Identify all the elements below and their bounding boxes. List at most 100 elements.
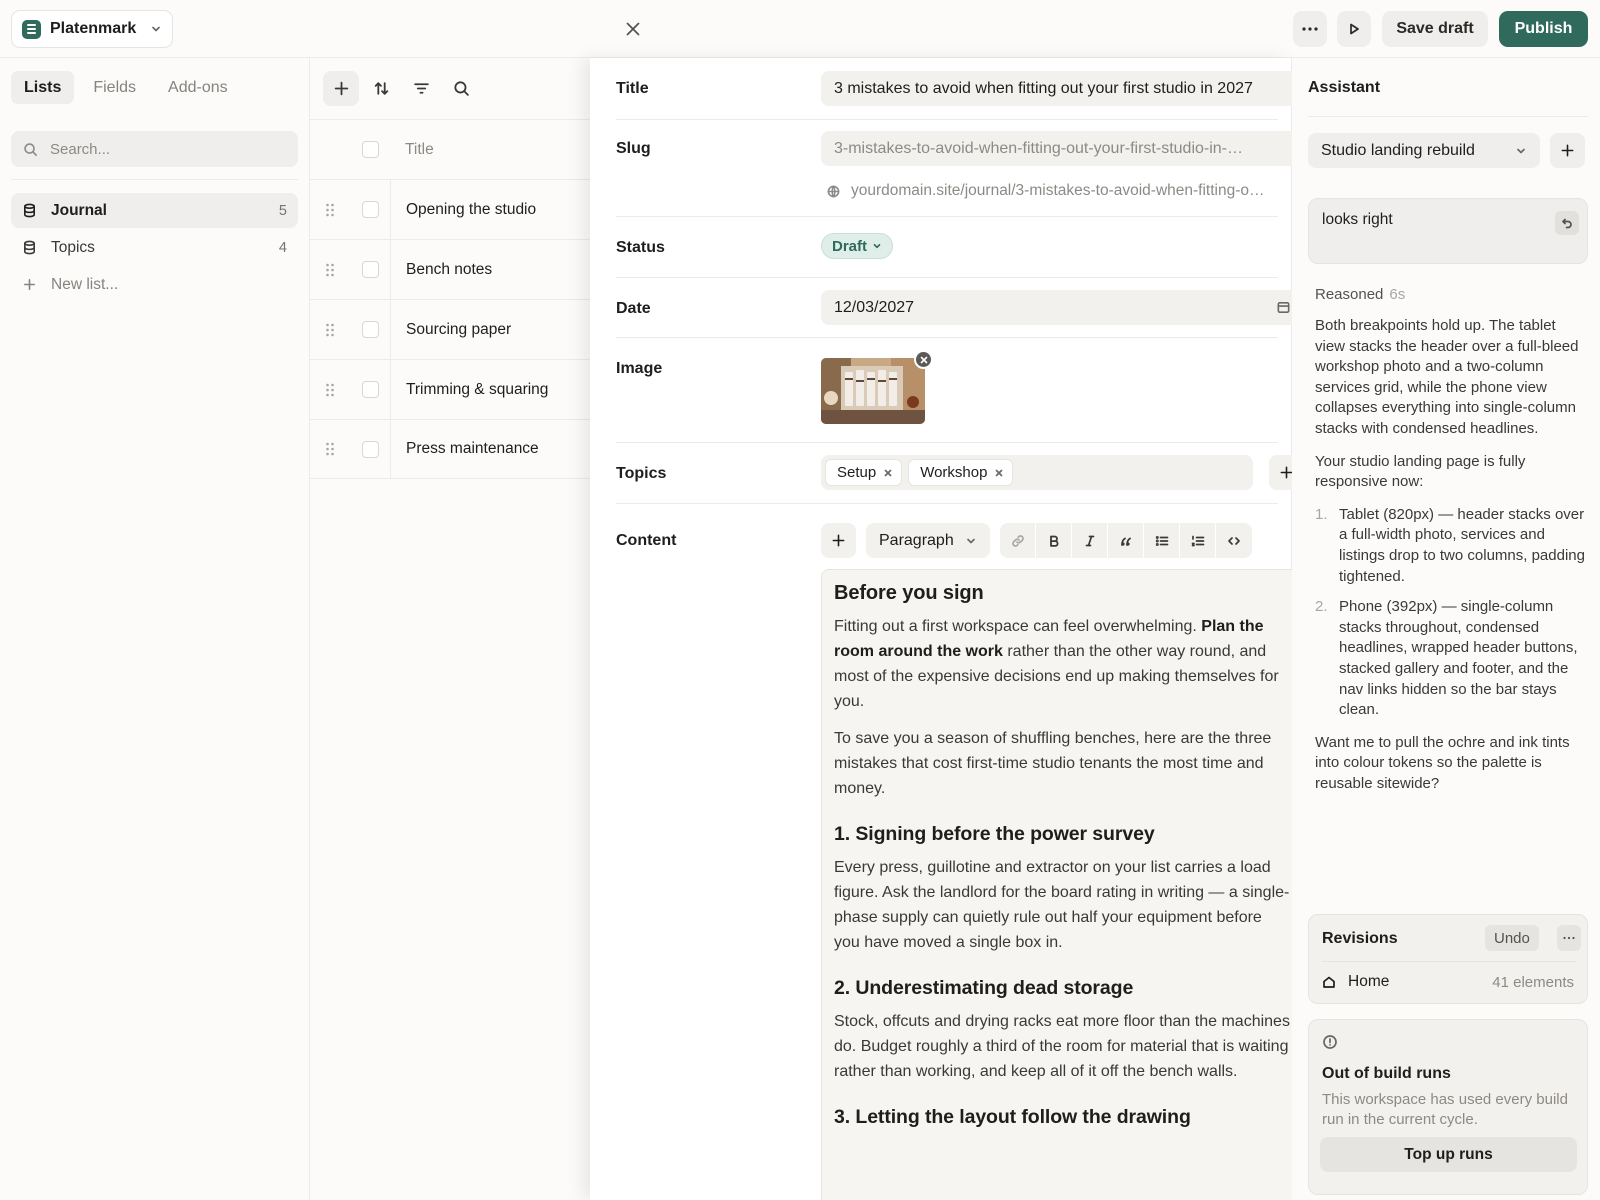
topics-input[interactable]: Setup Workshop — [821, 455, 1253, 490]
drag-handle-icon[interactable] — [310, 382, 350, 398]
table-row[interactable]: Bench notes — [310, 239, 590, 299]
url-text: yourdomain.site/journal/3-mistakes-to-av… — [851, 182, 1265, 199]
calendar-icon[interactable] — [1276, 300, 1291, 315]
title-input[interactable]: 3 mistakes to avoid when fitting out you… — [821, 71, 1304, 106]
content-heading: Before you sign — [834, 582, 984, 604]
slug-input[interactable]: 3-mistakes-to-avoid-when-fitting-out-you… — [821, 131, 1304, 166]
table-row[interactable]: Trimming & squaring — [310, 359, 590, 419]
date-field: Date 12/03/2027 — [616, 278, 1304, 338]
drag-handle-icon[interactable] — [310, 322, 350, 338]
filter-icon — [413, 83, 429, 94]
undo-button[interactable]: Undo — [1485, 925, 1539, 951]
close-icon[interactable] — [995, 469, 1003, 477]
divider — [1322, 961, 1576, 962]
url-preview: yourdomain.site/journal/3-mistakes-to-av… — [821, 182, 1304, 200]
more-options-button[interactable] — [1293, 11, 1327, 47]
tab-lists[interactable]: Lists — [11, 71, 75, 104]
close-icon[interactable] — [884, 469, 892, 477]
status-badge[interactable]: Draft — [821, 233, 894, 259]
field-label: Content — [616, 532, 677, 549]
image-thumbnail[interactable] — [821, 358, 925, 424]
ellipsis-icon — [1302, 27, 1318, 31]
bullet-list-icon — [1155, 535, 1168, 546]
app-logo-icon — [22, 19, 41, 39]
table-row[interactable]: Sourcing paper — [310, 299, 590, 359]
runs-title: Out of build runs — [1322, 1065, 1451, 1082]
bold-button[interactable] — [1036, 523, 1072, 558]
revisions-more-button[interactable] — [1557, 925, 1581, 951]
save-draft-button[interactable]: Save draft — [1382, 11, 1488, 47]
database-icon — [24, 240, 35, 255]
publish-button[interactable]: Publish — [1499, 11, 1588, 47]
code-button[interactable] — [1216, 523, 1252, 558]
drag-handle-icon[interactable] — [310, 262, 350, 278]
plus-icon — [334, 81, 348, 96]
table-row[interactable]: Press maintenance — [310, 419, 590, 479]
row-checkbox[interactable] — [362, 440, 379, 458]
row-checkbox[interactable] — [362, 261, 379, 278]
numbered-list-button[interactable] — [1180, 523, 1216, 558]
chevron-down-icon — [1517, 148, 1525, 153]
row-checkbox[interactable] — [362, 201, 379, 218]
row-checkbox[interactable] — [362, 321, 379, 338]
content-heading: 1. Signing before the power survey — [834, 823, 1155, 845]
reply-paragraph: Your studio landing page is fully respon… — [1315, 452, 1526, 491]
new-chat-button[interactable] — [1550, 133, 1585, 168]
list-toolbar — [323, 71, 479, 106]
search-button[interactable] — [443, 71, 479, 106]
chevron-down-icon — [967, 538, 975, 543]
content-paragraph: Stock, offcuts and drying racks eat more… — [834, 1013, 1290, 1080]
tab-fields[interactable]: Fields — [80, 71, 149, 104]
project-select[interactable]: Studio landing rebuild — [1308, 133, 1540, 168]
row-checkbox[interactable] — [362, 381, 379, 398]
insert-block-button[interactable] — [821, 523, 856, 558]
top-up-runs-button[interactable]: Top up runs — [1320, 1137, 1577, 1172]
date-input[interactable]: 12/03/2027 — [821, 290, 1304, 325]
link-icon — [1011, 534, 1024, 547]
slug-field: Slug 3-mistakes-to-avoid-when-fitting-ou… — [616, 120, 1304, 217]
content-paragraph: To save you a season of shuffling benche… — [834, 730, 1272, 797]
drag-handle-icon[interactable] — [310, 202, 350, 218]
link-button[interactable] — [1000, 523, 1036, 558]
content-field: Content Paragraph Before you sign Fittin… — [616, 504, 1304, 1200]
remove-image-button[interactable] — [914, 350, 933, 369]
revisions-card: Revisions Undo Home 41 elements — [1308, 914, 1588, 1004]
italic-button[interactable] — [1072, 523, 1108, 558]
sidebar-item-topics[interactable]: Topics 4 — [11, 230, 298, 265]
close-icon[interactable] — [622, 18, 644, 40]
user-message-text: looks right — [1322, 211, 1393, 228]
tab-add-ons[interactable]: Add-ons — [155, 71, 241, 104]
content-paragraph: Fitting out a first workspace can feel o… — [834, 618, 1279, 710]
assistant-reply: Both breakpoints hold up. The tablet vie… — [1315, 316, 1587, 806]
sort-button[interactable] — [363, 71, 399, 106]
filter-button[interactable] — [403, 71, 439, 106]
reasoning-indicator[interactable]: Reasoned 6s — [1315, 286, 1405, 303]
quote-button[interactable] — [1108, 523, 1144, 558]
reasoned-time: 6s — [1389, 286, 1406, 303]
row-title: Bench notes — [406, 260, 493, 278]
sidebar-tabs: Lists Fields Add-ons — [11, 71, 241, 104]
sidebar-item-journal[interactable]: Journal 5 — [11, 193, 298, 228]
block-type-select[interactable]: Paragraph — [866, 523, 990, 558]
numbered-list-icon — [1191, 535, 1204, 546]
app-switcher[interactable]: Platenmark — [11, 10, 173, 48]
table-row[interactable]: Opening the studio — [310, 179, 590, 239]
globe-icon — [827, 185, 840, 197]
row-title: Sourcing paper — [406, 320, 512, 338]
search-input[interactable] — [50, 140, 270, 158]
content-editor[interactable]: Before you sign Fitting out a first work… — [821, 569, 1304, 1200]
revert-message-button[interactable] — [1555, 211, 1579, 235]
sidebar-list: Journal 5 Topics 4 New list... — [11, 193, 298, 304]
drag-handle-icon[interactable] — [310, 441, 350, 457]
block-type-value: Paragraph — [879, 531, 954, 549]
topic-chip: Setup — [825, 459, 903, 486]
database-icon — [24, 203, 35, 218]
chevron-down-icon — [873, 243, 881, 249]
field-label: Date — [616, 300, 651, 317]
add-item-button[interactable] — [323, 71, 359, 106]
bullet-list-button[interactable] — [1144, 523, 1180, 558]
preview-button[interactable] — [1337, 11, 1371, 47]
revision-page[interactable]: Home — [1322, 973, 1389, 991]
new-list-button[interactable]: New list... — [11, 267, 298, 302]
select-all-checkbox[interactable] — [362, 141, 379, 158]
